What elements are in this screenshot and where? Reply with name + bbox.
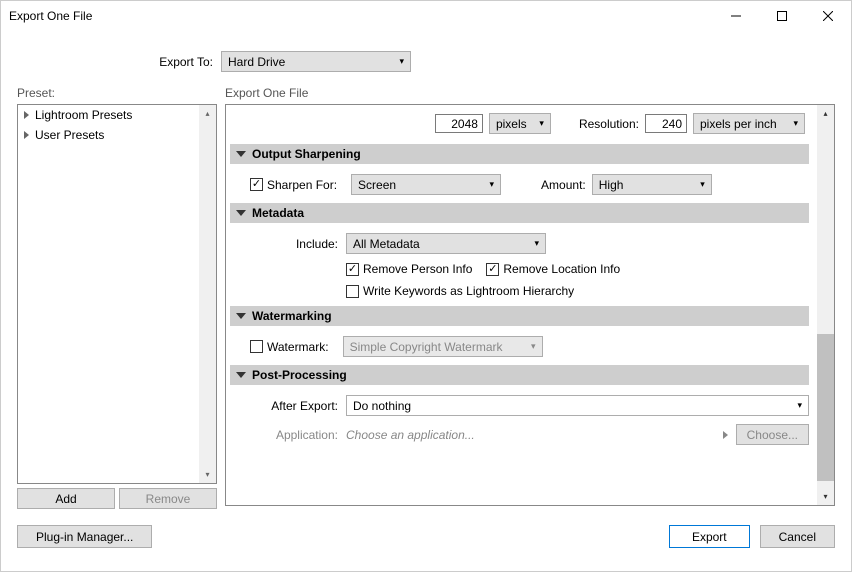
choose-button: Choose...	[736, 424, 809, 445]
panel-heading: Export One File	[225, 86, 835, 100]
resolution-label: Resolution:	[579, 117, 639, 131]
sharpen-for-select[interactable]: Screen ▾	[351, 174, 501, 195]
resolution-input[interactable]	[645, 114, 687, 133]
chevron-down-icon	[723, 431, 728, 439]
window-buttons	[713, 1, 851, 31]
chevron-right-icon	[24, 111, 29, 119]
watermark-select: Simple Copyright Watermark ▾	[343, 336, 543, 357]
chevron-down-icon: ▾	[797, 400, 802, 411]
plugin-manager-button[interactable]: Plug-in Manager...	[17, 525, 152, 548]
chevron-down-icon: ▾	[490, 179, 495, 190]
amount-label: Amount:	[541, 178, 586, 192]
chevron-down-icon	[236, 210, 246, 216]
chevron-down-icon: ▾	[399, 56, 404, 67]
close-button[interactable]	[805, 1, 851, 31]
chevron-right-icon	[24, 131, 29, 139]
write-keywords-checkbox[interactable]: Write Keywords as Lightroom Hierarchy	[346, 284, 574, 298]
titlebar: Export One File	[1, 1, 851, 31]
scrollbar-thumb[interactable]	[817, 334, 834, 480]
section-metadata[interactable]: Metadata	[230, 203, 809, 223]
preset-scrollbar[interactable]: ▴ ▾	[199, 105, 216, 483]
preset-user[interactable]: User Presets	[18, 125, 216, 145]
preset-lightroom[interactable]: Lightroom Presets	[18, 105, 216, 125]
size-input[interactable]	[435, 114, 483, 133]
include-select[interactable]: All Metadata ▾	[346, 233, 546, 254]
remove-preset-button: Remove	[119, 488, 217, 509]
chevron-down-icon	[236, 372, 246, 378]
chevron-down-icon	[236, 151, 246, 157]
window-title: Export One File	[9, 9, 713, 23]
export-to-label: Export To:	[17, 55, 221, 69]
preset-list[interactable]: Lightroom Presets User Presets ▴ ▾	[17, 104, 217, 484]
scroll-up-icon[interactable]: ▴	[199, 105, 216, 122]
scroll-down-icon[interactable]: ▾	[817, 488, 834, 505]
section-output-sharpening[interactable]: Output Sharpening	[230, 144, 809, 164]
remove-location-checkbox[interactable]: ✓ Remove Location Info	[486, 262, 620, 276]
maximize-button[interactable]	[759, 1, 805, 31]
chevron-down-icon: ▾	[793, 118, 798, 129]
cancel-button[interactable]: Cancel	[760, 525, 835, 548]
application-value: Choose an application...	[346, 428, 728, 442]
chevron-down-icon: ▾	[539, 118, 544, 129]
after-export-label: After Export:	[230, 399, 346, 413]
chevron-down-icon: ▾	[700, 179, 705, 190]
include-label: Include:	[230, 237, 346, 251]
chevron-down-icon: ▾	[534, 238, 539, 249]
amount-select[interactable]: High ▾	[592, 174, 712, 195]
size-unit-select[interactable]: pixels ▾	[489, 113, 551, 134]
minimize-button[interactable]	[713, 1, 759, 31]
resolution-unit-select[interactable]: pixels per inch ▾	[693, 113, 805, 134]
panel-scrollbar[interactable]: ▴ ▾	[817, 105, 834, 505]
add-preset-button[interactable]: Add	[17, 488, 115, 509]
export-button[interactable]: Export	[669, 525, 750, 548]
section-watermarking[interactable]: Watermarking	[230, 306, 809, 326]
chevron-down-icon	[236, 313, 246, 319]
chevron-down-icon: ▾	[531, 341, 536, 352]
scroll-down-icon[interactable]: ▾	[199, 466, 216, 483]
after-export-select[interactable]: Do nothing ▾	[346, 395, 809, 416]
sharpen-for-checkbox[interactable]: ✓ Sharpen For:	[250, 178, 337, 192]
preset-heading: Preset:	[17, 86, 217, 100]
application-label: Application:	[230, 428, 346, 442]
remove-person-checkbox[interactable]: ✓ Remove Person Info	[346, 262, 472, 276]
scroll-up-icon[interactable]: ▴	[817, 105, 834, 122]
watermark-checkbox[interactable]: Watermark:	[250, 340, 329, 354]
section-post-processing[interactable]: Post-Processing	[230, 365, 809, 385]
export-to-value: Hard Drive	[228, 55, 285, 69]
export-to-select[interactable]: Hard Drive ▾	[221, 51, 411, 72]
